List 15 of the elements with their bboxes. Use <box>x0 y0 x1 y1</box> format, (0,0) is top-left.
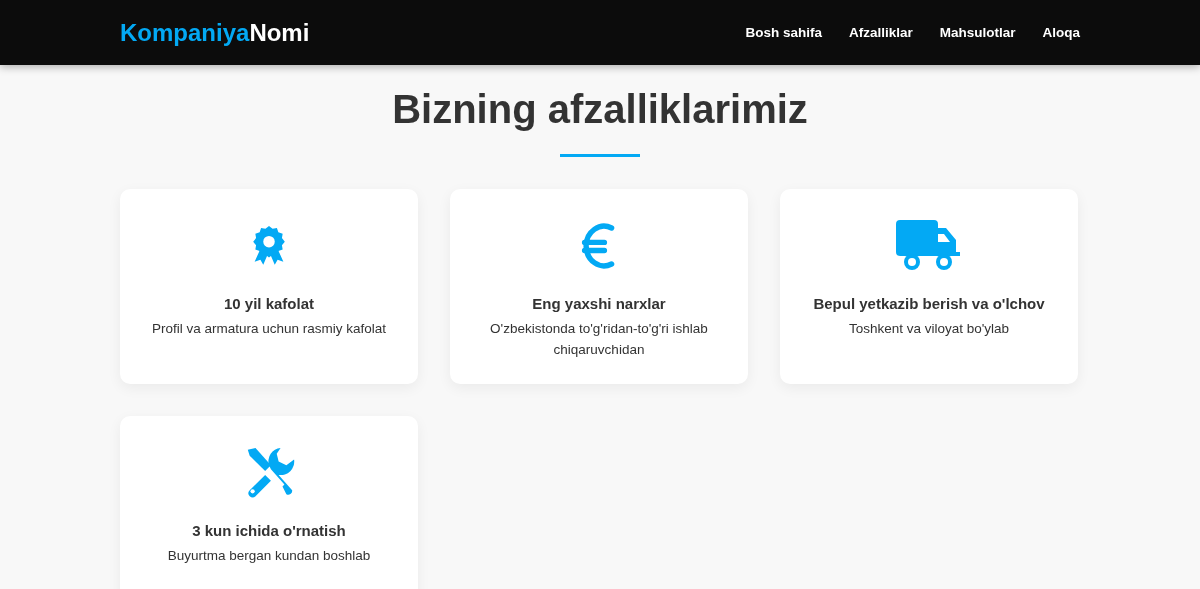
section-title: Bizning afzalliklarimiz <box>391 86 809 133</box>
nav-link[interactable]: Afzalliklar <box>848 25 913 40</box>
card-title: 10 yil kafolat <box>223 295 314 312</box>
truck-icon <box>896 219 962 273</box>
card-description: Profil va armatura uchun rasmiy kafolat <box>151 320 387 338</box>
card-title: 3 kun ichida o'rnatish <box>192 522 346 539</box>
card-title: Eng yaxshi narxlar <box>532 295 666 312</box>
nav-link[interactable]: Bosh sahifa <box>745 25 822 40</box>
card-description: O'zbekistonda to'g'ridan-to'g'ri ishlab chiqaruvchidan <box>489 320 709 359</box>
card-description: Buyurtma bergan kundan boshlab <box>167 547 371 565</box>
nav-link[interactable]: Mahsulotlar <box>939 25 1016 40</box>
nav-link[interactable]: Aloqa <box>1042 25 1080 40</box>
card-description: Toshkent va viloyat bo'ylab <box>848 320 1010 338</box>
logo[interactable]: KompaniyaNomi <box>120 18 310 47</box>
card-title: Bepul yetkazib berish va o'lchov <box>813 295 1045 312</box>
